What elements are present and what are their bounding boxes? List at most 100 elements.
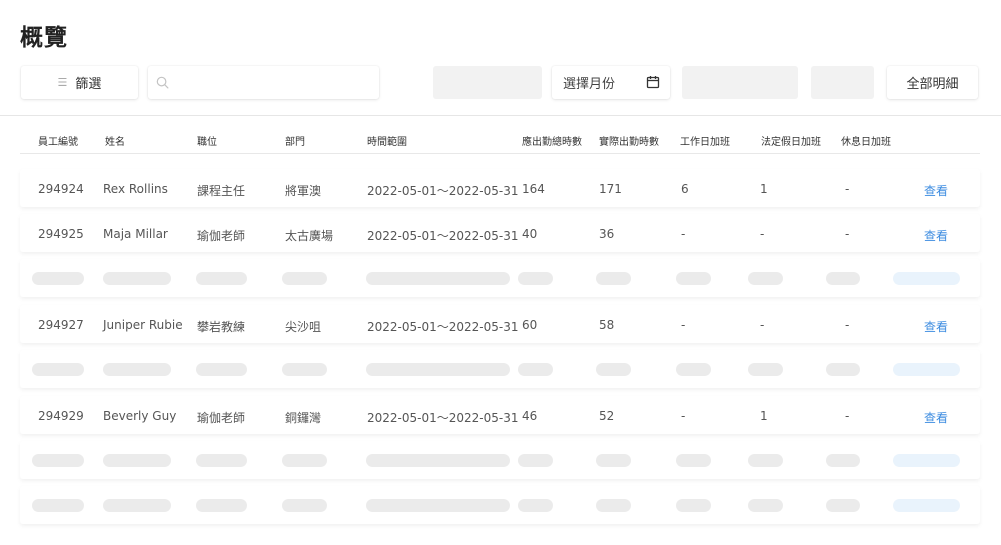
column-header: 部門 xyxy=(285,137,305,148)
skeleton-bar xyxy=(366,499,510,512)
actual-hours: 171 xyxy=(599,182,622,196)
skeleton-bar xyxy=(366,272,510,285)
skeleton-bar xyxy=(748,272,783,285)
skeleton-bar xyxy=(676,499,711,512)
column-header: 時間範圍 xyxy=(367,137,407,148)
skeleton-row xyxy=(20,350,980,388)
skeleton-bar xyxy=(103,272,171,285)
position: 課程主任 xyxy=(197,184,246,198)
rest-day-overtime: - xyxy=(845,227,850,241)
time-range: 2022-05-01～2022-05-31 xyxy=(367,411,519,425)
skeleton-bar xyxy=(32,454,84,467)
skeleton-row xyxy=(20,259,980,297)
position: 攀岩教練 xyxy=(197,320,246,334)
skeleton-bar xyxy=(366,454,510,467)
holiday-overtime: - xyxy=(760,227,765,241)
expected-hours: 46 xyxy=(522,409,538,423)
skeleton-bar xyxy=(282,499,327,512)
view-link[interactable]: 查看 xyxy=(924,182,948,199)
search-box[interactable] xyxy=(148,66,379,99)
department: 銅鑼灣 xyxy=(285,411,322,425)
employee-name: Beverly Guy xyxy=(103,409,177,423)
time-range: 2022-05-01～2022-05-31 xyxy=(367,320,519,334)
filter-icon: ☰ xyxy=(57,76,68,89)
employee-name: Rex Rollins xyxy=(103,182,168,196)
column-header: 實際出勤時數 xyxy=(599,137,659,148)
skeleton-row xyxy=(20,486,980,524)
skeleton-bar xyxy=(103,363,171,376)
view-link[interactable]: 查看 xyxy=(924,409,948,426)
skeleton-bar xyxy=(826,454,860,467)
employee-id: 294927 xyxy=(38,318,84,332)
skeleton-row xyxy=(20,441,980,479)
table-row: 294929 Beverly Guy 瑜伽老師 銅鑼灣 2022-05-01～2… xyxy=(20,396,980,434)
skeleton-bar xyxy=(893,499,960,512)
month-picker[interactable]: 選擇月份 xyxy=(552,66,670,99)
department: 太古廣場 xyxy=(285,229,334,243)
column-header: 休息日加班 xyxy=(841,137,891,148)
skeleton-bar xyxy=(748,363,783,376)
weekday-overtime: - xyxy=(681,409,686,423)
filter-button[interactable]: ☰ 篩選 xyxy=(21,66,138,99)
holiday-overtime: - xyxy=(760,318,765,332)
holiday-overtime: 1 xyxy=(760,409,768,423)
time-range: 2022-05-01～2022-05-31 xyxy=(367,184,519,198)
skeleton-bar xyxy=(32,272,84,285)
skeleton-bar xyxy=(196,363,247,376)
table-row: 294924 Rex Rollins 課程主任 將軍澳 2022-05-01～2… xyxy=(20,169,980,207)
position: 瑜伽老師 xyxy=(197,411,246,425)
employee-id: 294925 xyxy=(38,227,84,241)
search-icon xyxy=(156,76,169,89)
rest-day-overtime: - xyxy=(845,182,850,196)
skeleton-bar xyxy=(826,499,860,512)
view-link[interactable]: 查看 xyxy=(924,227,948,244)
placeholder-box xyxy=(811,66,874,99)
skeleton-bar xyxy=(826,272,860,285)
weekday-overtime: 6 xyxy=(681,182,689,196)
skeleton-bar xyxy=(518,499,553,512)
position: 瑜伽老師 xyxy=(197,229,246,243)
employee-name: Maja Millar xyxy=(103,227,168,241)
actual-hours: 52 xyxy=(599,409,615,423)
skeleton-bar xyxy=(282,272,327,285)
skeleton-bar xyxy=(103,499,171,512)
column-header: 姓名 xyxy=(105,137,125,148)
skeleton-bar xyxy=(282,363,327,376)
skeleton-bar xyxy=(518,272,553,285)
time-range: 2022-05-01～2022-05-31 xyxy=(367,229,519,243)
department: 尖沙咀 xyxy=(285,320,322,334)
skeleton-bar xyxy=(518,454,553,467)
column-header: 應出勤總時數 xyxy=(522,137,582,148)
table-row: 294927 Juniper Rubie 攀岩教練 尖沙咀 2022-05-01… xyxy=(20,305,980,343)
column-header: 工作日加班 xyxy=(680,137,730,148)
column-header: 職位 xyxy=(197,137,217,148)
table-row: 294925 Maja Millar 瑜伽老師 太古廣場 2022-05-01～… xyxy=(20,214,980,252)
placeholder-box xyxy=(433,66,542,99)
skeleton-bar xyxy=(893,272,960,285)
holiday-overtime: 1 xyxy=(760,182,768,196)
skeleton-bar xyxy=(676,363,711,376)
skeleton-bar xyxy=(596,363,631,376)
search-input[interactable] xyxy=(169,66,379,99)
skeleton-bar xyxy=(596,454,631,467)
skeleton-bar xyxy=(596,272,631,285)
skeleton-bar xyxy=(893,454,960,467)
weekday-overtime: - xyxy=(681,318,686,332)
filter-label: 篩選 xyxy=(75,77,102,92)
skeleton-bar xyxy=(676,272,711,285)
skeleton-bar xyxy=(596,499,631,512)
skeleton-bar xyxy=(196,499,247,512)
skeleton-bar xyxy=(748,499,783,512)
calendar-icon xyxy=(646,76,660,89)
skeleton-bar xyxy=(32,499,84,512)
rest-day-overtime: - xyxy=(845,409,850,423)
placeholder-box xyxy=(682,66,798,99)
skeleton-bar xyxy=(748,454,783,467)
view-link[interactable]: 查看 xyxy=(924,318,948,335)
skeleton-bar xyxy=(196,454,247,467)
all-details-button[interactable]: 全部明細 xyxy=(887,66,978,99)
weekday-overtime: - xyxy=(681,227,686,241)
employee-name: Juniper Rubie xyxy=(103,318,183,332)
skeleton-bar xyxy=(196,272,247,285)
actual-hours: 58 xyxy=(599,318,615,332)
